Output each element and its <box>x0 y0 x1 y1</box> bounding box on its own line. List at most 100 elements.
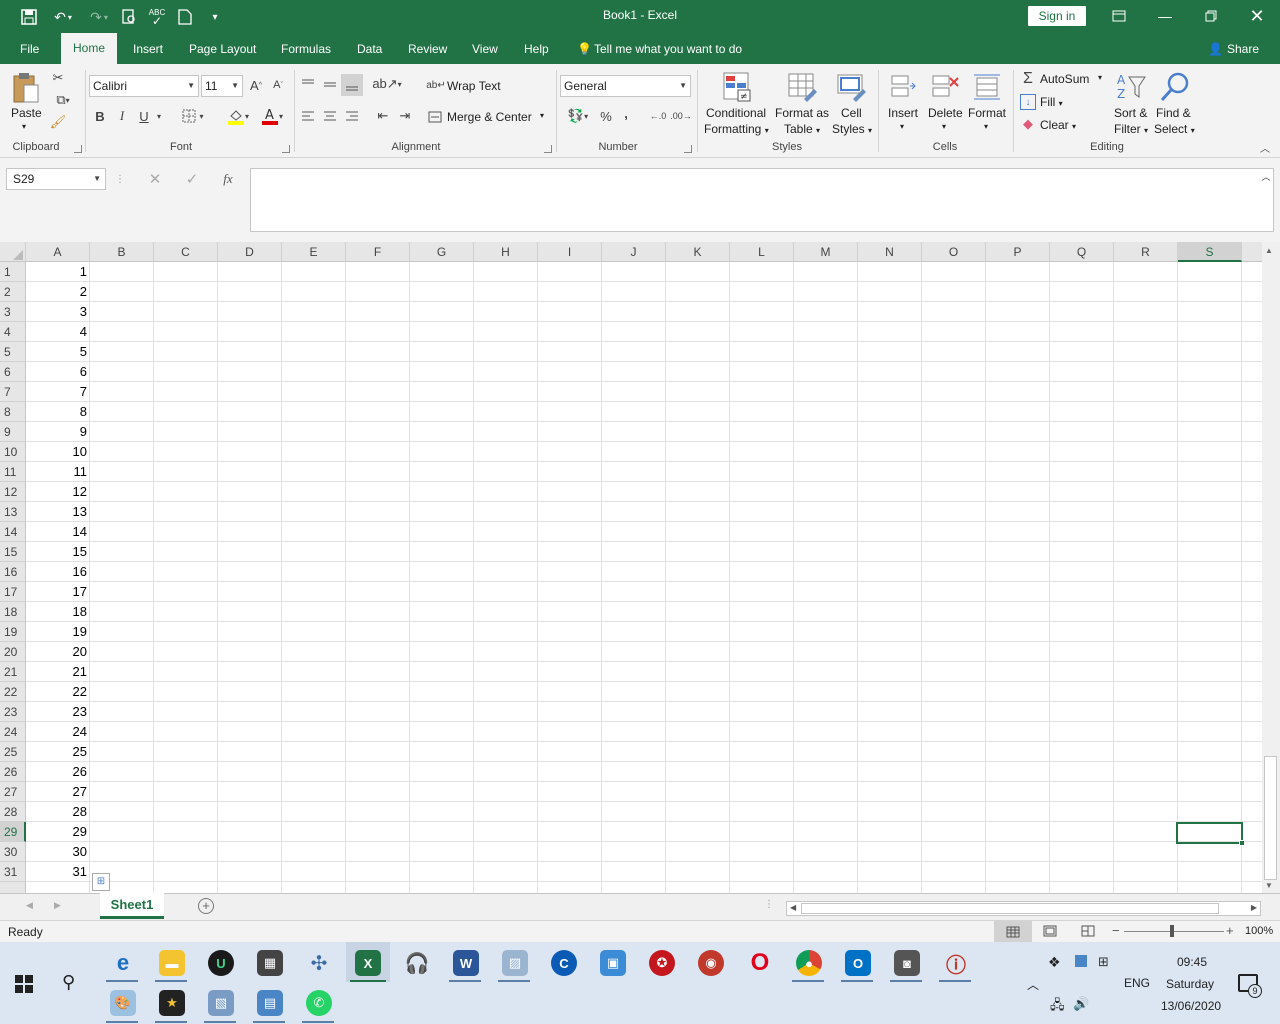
tab-help[interactable]: Help <box>524 42 549 56</box>
delete-dropdown-icon[interactable]: ▾ <box>942 122 946 131</box>
conditional-formatting-icon[interactable]: ≠ <box>720 70 754 104</box>
column-header-b[interactable]: B <box>90 242 154 262</box>
clock-time[interactable]: 09:45 <box>1177 955 1207 969</box>
decrease-decimal-icon[interactable]: .00→ <box>670 107 692 125</box>
percent-style-button[interactable]: % <box>598 107 614 125</box>
format-as-table-label-1[interactable]: Format as <box>775 106 829 120</box>
paste-icon[interactable] <box>10 72 42 104</box>
column-header-f[interactable]: F <box>346 242 410 262</box>
sort-filter-icon[interactable]: AZ <box>1114 70 1148 104</box>
scroll-right-icon[interactable]: ▶ <box>1251 903 1257 912</box>
row-header-20[interactable]: 20 <box>0 642 26 662</box>
merge-center-button[interactable]: Merge & Center <box>447 110 532 124</box>
column-header-e[interactable]: E <box>282 242 346 262</box>
tell-me-search[interactable]: Tell me what you want to do <box>594 42 742 56</box>
cut-icon[interactable]: ✂ <box>49 70 67 86</box>
column-header-m[interactable]: M <box>794 242 858 262</box>
align-middle-icon[interactable] <box>321 75 339 93</box>
row-header-18[interactable]: 18 <box>0 602 26 622</box>
copy-icon[interactable]: ⧉ ▾ <box>49 92 77 108</box>
underline-dropdown-icon[interactable]: ▾ <box>154 109 164 123</box>
cell-a16[interactable]: 16 <box>26 562 90 582</box>
row-header-4[interactable]: 4 <box>0 322 26 342</box>
outlook-icon[interactable]: O <box>845 950 871 976</box>
row-header-29[interactable]: 29 <box>0 822 26 842</box>
vertical-scroll-thumb[interactable] <box>1264 756 1277 880</box>
row-header-8[interactable]: 8 <box>0 402 26 422</box>
grow-font-icon[interactable]: A ^ <box>248 76 264 94</box>
row-header-14[interactable]: 14 <box>0 522 26 542</box>
row-header-28[interactable]: 28 <box>0 802 26 822</box>
collapse-ribbon-icon[interactable]: ︿ <box>1258 140 1272 155</box>
cell-a1[interactable]: 1 <box>26 262 90 282</box>
column-header-n[interactable]: N <box>858 242 922 262</box>
paint-app-icon[interactable]: 🎨 <box>110 990 136 1016</box>
insert-cells-button[interactable]: Insert <box>888 106 918 120</box>
shrink-font-icon[interactable]: Aˇ <box>270 76 286 94</box>
cell-a19[interactable]: 19 <box>26 622 90 642</box>
row-header-11[interactable]: 11 <box>0 462 26 482</box>
tab-view[interactable]: View <box>472 42 498 56</box>
zoom-level[interactable]: 100% <box>1245 925 1273 937</box>
number-format-combo[interactable]: General ▼ <box>560 75 691 97</box>
scroll-down-icon[interactable]: ▼ <box>1265 881 1273 890</box>
cell-a26[interactable]: 26 <box>26 762 90 782</box>
align-center-icon[interactable] <box>321 107 339 125</box>
format-as-table-label-2[interactable]: Table ▾ <box>784 122 820 136</box>
minimize-icon[interactable]: — <box>1142 0 1188 32</box>
delete-cells-icon[interactable] <box>929 70 961 104</box>
column-header-r[interactable]: R <box>1114 242 1178 262</box>
select-all-corner[interactable] <box>0 242 26 262</box>
column-header-c[interactable]: C <box>154 242 218 262</box>
insert-dropdown-icon[interactable]: ▾ <box>900 122 904 131</box>
paste-dropdown-icon[interactable]: ▾ <box>22 122 26 131</box>
worksheet-grid[interactable]: ABCDEFGHIJKLMNOPQRS 1 1 2 2 3 3 4 4 5 5 6 6 7 7 8 8 9 9 10… <box>0 242 1262 893</box>
format-dropdown-icon[interactable]: ▾ <box>984 122 988 131</box>
find-select-label-1[interactable]: Find & <box>1156 106 1191 120</box>
network-icon[interactable]: 🖧 <box>1050 996 1065 1018</box>
row-header-3[interactable]: 3 <box>0 302 26 322</box>
ribbon-display-options-icon[interactable] <box>1096 0 1142 32</box>
tray-monitor-icon[interactable]: ⊞ <box>1098 954 1109 970</box>
next-sheet-icon[interactable]: ▶ <box>54 900 61 911</box>
cell-styles-label-1[interactable]: Cell <box>841 106 862 120</box>
row-header-10[interactable]: 10 <box>0 442 26 462</box>
zoom-slider-thumb[interactable] <box>1170 925 1174 937</box>
orientation-icon[interactable]: ab↗ ▾ <box>372 75 402 93</box>
opera-icon[interactable]: O <box>747 949 773 976</box>
volume-icon[interactable]: 🔊 <box>1073 996 1089 1012</box>
format-painter-icon[interactable]: 🖌 <box>49 114 67 130</box>
star-app-icon[interactable]: ★ <box>159 990 185 1016</box>
language-indicator[interactable]: ENG <box>1124 976 1150 990</box>
column-header-j[interactable]: J <box>602 242 666 262</box>
decrease-indent-icon[interactable]: ⇤ <box>374 107 392 125</box>
column-header-o[interactable]: O <box>922 242 986 262</box>
conditional-formatting-label-1[interactable]: Conditional <box>706 106 766 120</box>
cell-a20[interactable]: 20 <box>26 642 90 662</box>
font-color-icon[interactable]: A ▾ <box>256 106 288 126</box>
normal-view-icon[interactable] <box>994 921 1032 943</box>
file-explorer-icon[interactable]: ▬ <box>159 950 185 976</box>
cell-a17[interactable]: 17 <box>26 582 90 602</box>
insert-cells-icon[interactable] <box>887 70 917 104</box>
sign-in-button[interactable]: Sign in <box>1028 6 1086 26</box>
column-header-d[interactable]: D <box>218 242 282 262</box>
cell-a28[interactable]: 28 <box>26 802 90 822</box>
row-header-21[interactable]: 21 <box>0 662 26 682</box>
zoom-slider[interactable] <box>1124 931 1224 932</box>
wrap-text-button[interactable]: Wrap Text <box>447 79 501 93</box>
camera-app-icon[interactable]: ◙ <box>894 950 920 976</box>
clipboard-launcher-icon[interactable] <box>74 145 82 153</box>
font-size-combo[interactable]: 11 ▼ <box>201 75 243 97</box>
cell-a10[interactable]: 10 <box>26 442 90 462</box>
row-header-partial[interactable] <box>0 882 26 893</box>
zoom-out-icon[interactable]: − <box>1112 923 1120 938</box>
tray-app-icon[interactable] <box>1075 955 1087 967</box>
chrome-icon[interactable]: ● <box>796 950 822 976</box>
cell-a25[interactable]: 25 <box>26 742 90 762</box>
sort-filter-label-1[interactable]: Sort & <box>1114 106 1147 120</box>
number-launcher-icon[interactable] <box>684 145 692 153</box>
cell-a27[interactable]: 27 <box>26 782 90 802</box>
cell-a4[interactable]: 4 <box>26 322 90 342</box>
cell-a8[interactable]: 8 <box>26 402 90 422</box>
